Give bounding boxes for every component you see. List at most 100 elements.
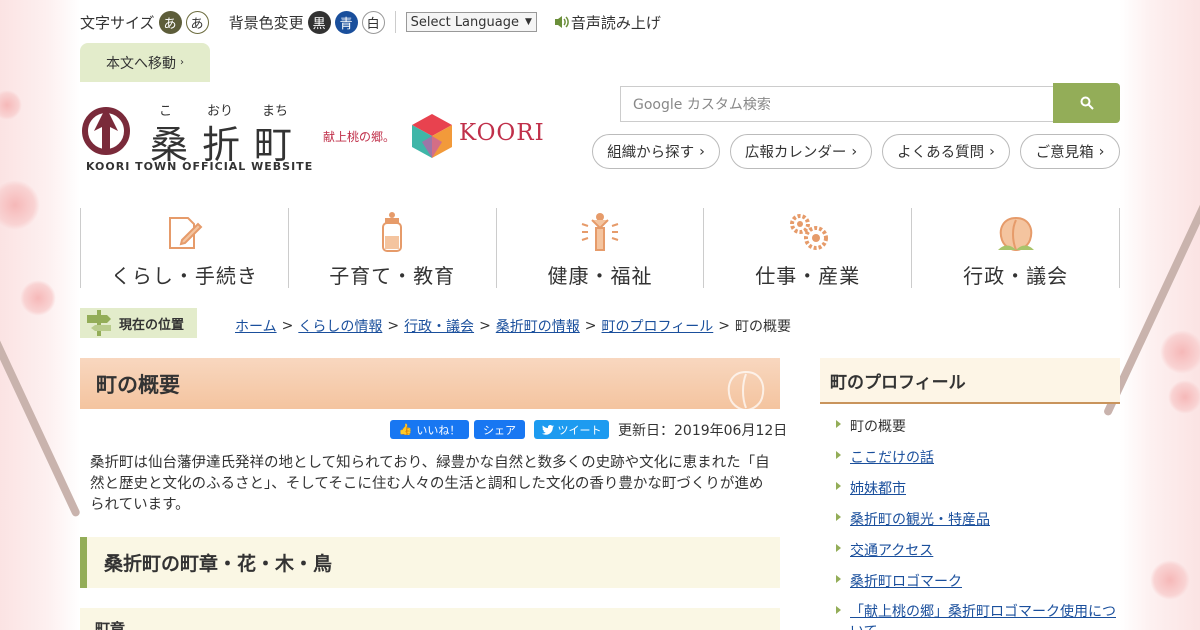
language-select-value: Select Language [410,14,519,30]
triangle-bullet-icon [836,575,841,583]
breadcrumb-separator: > [479,318,491,334]
subsection-heading: 町章 [80,608,780,630]
search-icon [1080,96,1094,110]
sidebar-title: 町のプロフィール [820,358,1120,404]
logo-subtitle: KOORI TOWN OFFICIAL WEBSITE [86,160,314,173]
font-size-large-button[interactable]: あ [185,10,209,34]
breadcrumb-separator: > [718,318,730,334]
voice-reader-label: 音声読み上げ [570,13,661,32]
nav-item-living[interactable]: くらし・手続き [80,208,289,288]
updated-date: 更新日：2019年06月12日 [618,423,788,439]
page-title-text: 町の概要 [96,372,180,397]
breadcrumb-link[interactable]: 桑折町の情報 [496,316,580,336]
brand-cube-icon [412,114,452,158]
blossom-decoration [0,180,40,230]
triangle-bullet-icon [836,420,841,428]
quick-link-label: よくある質問 [897,145,985,161]
sidebar-item-stories[interactable]: ここだけの話 [834,443,1120,474]
like-label: いいね！ [416,423,461,437]
divider [394,11,396,33]
bg-white-button[interactable]: 白 [361,10,385,34]
skip-link-label: 本文へ移動 [106,55,176,72]
quick-link-label: 広報カレンダー [744,145,847,161]
language-select[interactable]: Select Language ▼ [405,12,537,32]
speaker-icon [554,16,569,28]
chevron-right-icon: › [851,143,858,160]
search-input[interactable]: Google カスタム検索 [620,86,1054,122]
quick-link-calendar[interactable]: 広報カレンダー › [730,134,872,169]
sidebar-item-sister-cities[interactable]: 姉妹都市 [834,474,1120,505]
breadcrumb-separator: > [387,318,400,334]
bg-black-button[interactable]: 黒 [307,10,331,34]
peach-icon [997,216,1034,252]
voice-reader-link[interactable]: 音声読み上げ [553,12,661,33]
sidebar-item-overview: 町の概要 [834,412,1120,443]
triangle-bullet-icon [836,482,841,490]
background-blossom-left [0,0,82,630]
chevron-right-icon: › [699,143,705,160]
nav-label: 子育て・教育 [329,264,456,288]
bg-color-label: 背景色変更 [228,13,304,32]
sidebar-item-link[interactable]: 姉妹都市 [850,478,906,498]
sidebar-item-link[interactable]: 「献上桃の郷」桑折町ロゴマーク使用について [850,602,1120,630]
signpost-icon [87,310,111,336]
skip-to-content-link[interactable]: 本文へ移動 › [80,43,210,82]
triangle-bullet-icon [836,513,841,521]
town-emblem-icon [82,107,130,155]
utility-bar: 文字サイズ あ あ 背景色変更 黒 青 白 Select Language ▼ … [80,8,661,36]
nav-label: 仕事・産業 [755,264,861,288]
nav-item-health[interactable]: 健康・福祉 [497,208,705,288]
peach-watermark-icon [727,370,765,409]
nav-item-childcare[interactable]: 子育て・教育 [289,208,497,288]
quick-link-faq[interactable]: よくある質問 › [882,134,1010,169]
sidebar-item-link[interactable]: 桑折町ロゴマーク [850,571,962,591]
search-button[interactable] [1053,83,1120,123]
breadcrumb-separator: > [281,318,294,334]
breadcrumb-title: 現在の位置 [119,317,185,333]
quick-link-feedback[interactable]: ご意見箱 › [1020,134,1120,169]
sidebar-item-logo[interactable]: 桑折町ロゴマーク [834,567,1120,598]
font-size-label: 文字サイズ [80,13,155,32]
sidebar-menu: 町の概要 ここだけの話 姉妹都市 桑折町の観光・特産品 交通アクセス 桑折町ロゴ… [834,412,1120,630]
brand-tagline: 献上桃の郷。 [323,130,396,144]
bg-blue-button[interactable]: 青 [334,10,358,34]
triangle-bullet-icon [836,544,841,552]
chevron-right-icon: › [180,57,184,68]
facebook-share-button[interactable]: シェア [474,420,525,439]
sidebar-item-access[interactable]: 交通アクセス [834,536,1120,567]
blossom-decoration [1150,560,1190,600]
breadcrumb: ホーム > くらしの情報 > 行政・議会 > 桑折町の情報 > 町のプロフィール… [235,316,791,336]
facebook-like-button[interactable]: 👍 いいね！ [390,420,469,439]
intro-paragraph: 桑折町は仙台藩伊達氏発祥の地として知られており、緑豊かな自然と数多くの史跡や文化… [90,455,770,513]
nav-item-business[interactable]: 仕事・産業 [704,208,913,288]
blossom-decoration [20,280,56,316]
breadcrumb-label: 現在の位置 [80,308,197,338]
baby-bottle-icon [382,212,403,252]
breadcrumb-separator: > [584,318,597,334]
chevron-right-icon: › [989,143,995,160]
sidebar-item-tourism[interactable]: 桑折町の観光・特産品 [834,505,1120,536]
search-placeholder: Google カスタム検索 [633,97,771,113]
quick-link-label: ご意見箱 [1035,145,1094,161]
background-blossom-right [1102,0,1200,630]
font-size-standard-button[interactable]: あ [158,10,182,34]
page-title: 町の概要 [80,358,780,409]
sidebar-item-link[interactable]: 交通アクセス [850,540,933,560]
triangle-bullet-icon [836,451,841,459]
nav-label: くらし・手続き [110,264,258,288]
sidebar-item-logo-usage[interactable]: 「献上桃の郷」桑折町ロゴマーク使用について [834,598,1120,630]
breadcrumb-link[interactable]: 町のプロフィール [602,316,714,336]
breadcrumb-link[interactable]: ホーム [235,316,277,336]
dropdown-arrow-icon: ▼ [524,17,532,27]
sidebar-item-label: 町の概要 [850,419,906,435]
tweet-button[interactable]: ツイート [534,420,609,439]
breadcrumb-link[interactable]: くらしの情報 [298,316,382,336]
nav-item-administration[interactable]: 行政・議会 [912,208,1120,288]
quick-link-organization[interactable]: 組織から探す › [592,134,720,169]
sidebar-item-link[interactable]: ここだけの話 [850,447,934,467]
nav-label: 行政・議会 [963,264,1069,288]
quick-link-label: 組織から探す [607,145,695,161]
sidebar-item-link[interactable]: 桑折町の観光・特産品 [850,509,990,529]
blossom-decoration [0,90,22,120]
breadcrumb-link[interactable]: 行政・議会 [404,316,474,336]
